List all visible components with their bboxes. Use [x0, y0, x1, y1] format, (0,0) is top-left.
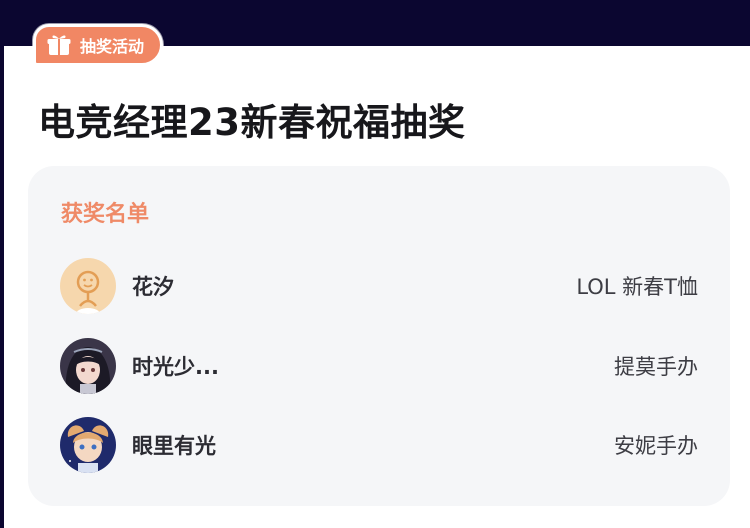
- winner-name[interactable]: 时光少...: [132, 351, 219, 381]
- badge-label: 抽奖活动: [80, 37, 145, 56]
- lottery-activity-badge: 抽奖活动: [33, 24, 164, 66]
- winner-row: 眼里有光 安妮手办: [60, 417, 698, 473]
- winners-heading: 获奖名单: [61, 202, 150, 227]
- anime-girl-avatar[interactable]: [60, 338, 116, 394]
- winner-name[interactable]: 眼里有光: [132, 430, 216, 460]
- anime-character-avatar[interactable]: [60, 417, 116, 473]
- gift-icon: [46, 32, 72, 58]
- winner-row: 时光少... 提莫手办: [60, 338, 698, 394]
- winners-panel: 获奖名单 花汐 LOL 新春T恤 时光少... 提莫手办 眼里有光 安妮手办: [28, 166, 730, 506]
- default-avatar[interactable]: [60, 258, 116, 314]
- winner-prize: 提莫手办: [614, 355, 698, 379]
- winner-prize: 安妮手办: [614, 434, 698, 458]
- winner-row: 花汐 LOL 新春T恤: [60, 258, 698, 314]
- page-title: 电竞经理23新春祝福抽奖: [38, 101, 466, 144]
- winner-prize: LOL 新春T恤: [576, 275, 698, 299]
- winner-name[interactable]: 花汐: [132, 271, 174, 301]
